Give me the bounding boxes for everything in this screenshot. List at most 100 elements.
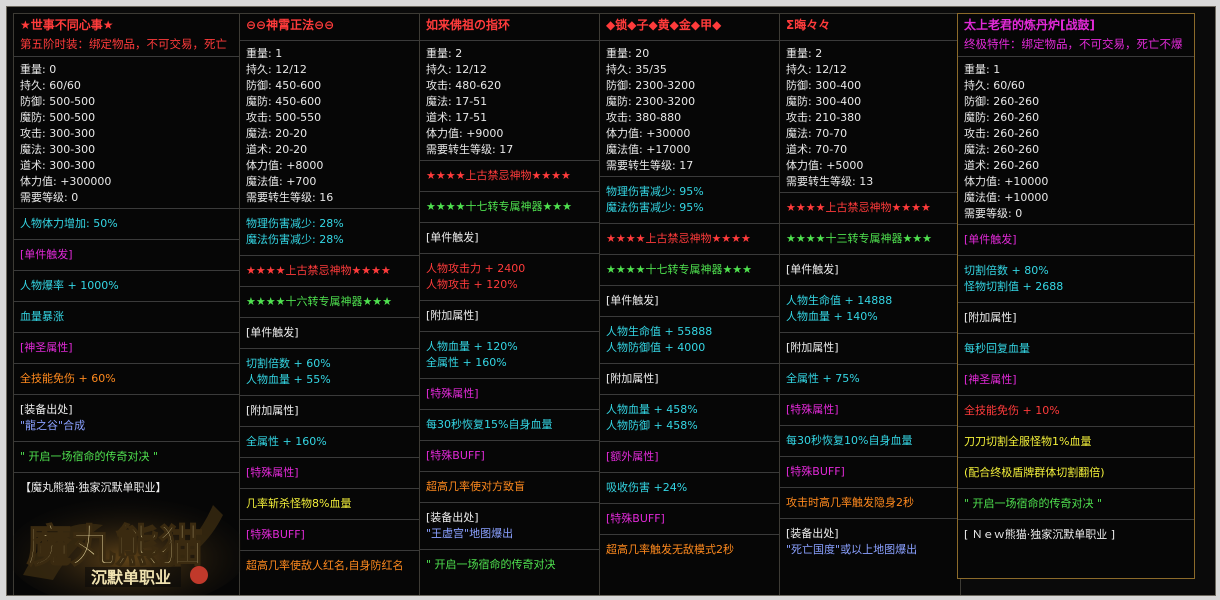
stat-line: 重量: 2 (426, 47, 463, 60)
item-tooltip-2: ⊖⊖神霄正法⊖⊖ 重量: 1 持久: 12/12 防御: 450-600 魔防: 450… (239, 13, 421, 595)
attribute-line: 切割倍数 + 60% (246, 357, 331, 370)
stat-line: 持久: 12/12 (786, 63, 847, 76)
item-name: 太上老君的炼丹炉[战鼓] (964, 18, 1095, 32)
attribute-line: [装备出处] (426, 511, 479, 524)
attribute-line: (配合终极盾牌群体切割翻倍) (964, 466, 1105, 479)
attribute-line: 刀刀切割全服怪物1%血量 (964, 435, 1092, 448)
stat-line: 道术: 17-51 (426, 111, 488, 124)
stat-line: 攻击: 380-880 (606, 111, 682, 124)
stat-line: 防御: 260-260 (964, 95, 1040, 108)
attribute-section: [特殊属性] (240, 457, 420, 488)
attribute-line: [特殊属性] (246, 466, 299, 479)
divider (240, 40, 420, 41)
tooltip-compare-panel: ★世事不同心事★ 第五阶时装：绑定物品，不可交易，死亡 重量: 0 持久: 60/60… (6, 6, 1216, 596)
attribute-line: 人物血量 + 55% (246, 373, 331, 386)
attribute-section: 切割倍数 + 80% 怪物切割值 + 2688 (958, 255, 1194, 302)
attribute-section: [附加属性] (420, 300, 600, 331)
item-tooltip-3: 如来佛祖の指环 重量: 2 持久: 12/12 攻击: 480-620 魔法: 17-5… (419, 13, 601, 595)
attribute-line: ★★★★上古禁忌神物★★★★ (606, 232, 751, 245)
stat-line: 重量: 1 (246, 47, 283, 60)
item-binding-note: 第五阶时装：绑定物品，不可交易，死亡 (20, 37, 227, 51)
attribute-section: 人物攻击力 + 2400 人物攻击 + 120% (420, 253, 600, 300)
attribute-section: [单件触发] (958, 224, 1194, 255)
attribute-line: 人物爆率 + 1000% (20, 279, 119, 292)
attribute-section: [装备出处] "王虚宫"地图爆出 (420, 502, 600, 549)
stat-line: 魔防: 500-500 (20, 111, 96, 124)
attribute-line: 全属性 + 160% (426, 356, 507, 369)
stat-line: 魔法: 17-51 (426, 95, 488, 108)
attribute-line: [额外属性] (606, 450, 659, 463)
attribute-section: 吸收伤害 +24% (600, 472, 780, 503)
attribute-line: 全属性 + 75% (786, 372, 860, 385)
stat-line: 魔法: 20-20 (246, 127, 308, 140)
attribute-line: [单件触发] (786, 263, 839, 276)
attribute-line: ★★★★十六转专属神器★★★ (246, 295, 393, 308)
attribute-section: ★★★★上古禁忌神物★★★★ (780, 192, 960, 223)
attribute-section: 人物爆率 + 1000% (14, 270, 242, 301)
attribute-section: [单件触发] (240, 317, 420, 348)
attribute-line: [神圣属性] (20, 341, 73, 354)
attribute-line: [特殊BUFF] (426, 449, 485, 462)
attribute-line: 血量暴涨 (20, 310, 64, 323)
attribute-section: ★★★★十三转专属神器★★★ (780, 223, 960, 254)
attribute-section: ★★★★十七转专属神器★★★ (420, 191, 600, 222)
attribute-line: 每30秒恢复10%自身血量 (786, 434, 913, 447)
attribute-line: 全技能免伤 + 60% (20, 372, 116, 385)
attribute-line: ★★★★十七转专属神器★★★ (426, 200, 573, 213)
item-name: ◆锁◆子◆黄◆金◆甲◆ (606, 18, 722, 32)
attribute-section: 刀刀切割全服怪物1%血量 (958, 426, 1194, 457)
stat-line: 重量: 20 (606, 47, 650, 60)
attribute-section: [单件触发] (600, 285, 780, 316)
stat-line: 道术: 20-20 (246, 143, 308, 156)
attribute-line: [特殊属性] (426, 387, 479, 400)
attribute-line: 每秒回复血量 (964, 342, 1030, 355)
item-name: Σ晦々々 (786, 18, 831, 32)
stat-line: 持久: 12/12 (426, 63, 487, 76)
stat-line: 需要转生等级: 17 (606, 159, 694, 172)
item-tooltip-4: ◆锁◆子◆黄◆金◆甲◆ 重量: 20 持久: 35/35 防御: 2300-3200 魔… (599, 13, 781, 595)
stat-line: 重量: 1 (964, 63, 1001, 76)
attribute-section: [装备出处] "龍之谷"合成 (14, 394, 242, 441)
stat-line: 重量: 0 (20, 63, 57, 76)
attribute-line: "王虚宫"地图爆出 (426, 527, 514, 540)
attribute-section: ★★★★上古禁忌神物★★★★ (600, 223, 780, 254)
stat-line: 重量: 2 (786, 47, 823, 60)
stat-line: 防御: 500-500 (20, 95, 96, 108)
stat-line: 持久: 35/35 (606, 63, 667, 76)
attribute-section: " 开启一场宿命的传奇对决 (420, 549, 600, 580)
attribute-section: [ Ｎｅｗ熊猫·独家沉默单职业 ] (958, 519, 1194, 550)
attribute-line: 超高几率使对方致盲 (426, 480, 525, 493)
attribute-section: [特殊属性] (780, 394, 960, 425)
attribute-line: [附加属性] (786, 341, 839, 354)
stat-line: 魔法: 300-300 (20, 143, 96, 156)
attribute-section: [神圣属性] (958, 364, 1194, 395)
stat-line: 防御: 2300-3200 (606, 79, 696, 92)
stat-line: 魔防: 260-260 (964, 111, 1040, 124)
divider (14, 56, 242, 57)
attribute-line: ★★★★十三转专属神器★★★ (786, 232, 933, 245)
attribute-line: [单件触发] (606, 294, 659, 307)
stat-line: 需要等级: 0 (964, 207, 1023, 220)
attribute-section: [特殊属性] (420, 378, 600, 409)
attribute-line: [附加属性] (606, 372, 659, 385)
stat-line: 魔法值: +700 (246, 175, 317, 188)
stat-line: 魔防: 300-400 (786, 95, 862, 108)
attribute-section: 人物血量 + 120% 全属性 + 160% (420, 331, 600, 378)
attribute-section: " 开启一场宿命的传奇对决 " (14, 441, 242, 472)
stat-line: 防御: 300-400 (786, 79, 862, 92)
attribute-line: "死亡国度"或以上地图爆出 (786, 543, 918, 556)
stat-line: 持久: 12/12 (246, 63, 307, 76)
attribute-section: 全属性 + 160% (240, 426, 420, 457)
attribute-section: [单件触发] (780, 254, 960, 285)
stat-line: 魔防: 450-600 (246, 95, 322, 108)
attribute-section: 人物体力增加: 50% (14, 208, 242, 239)
stat-line: 魔法: 70-70 (786, 127, 848, 140)
attribute-section: ★★★★十七转专属神器★★★ (600, 254, 780, 285)
attribute-section: " 开启一场宿命的传奇对决 " (958, 488, 1194, 519)
attribute-section: 超高几率触发无敌模式2秒 (600, 534, 780, 565)
item-binding-note: 终极特件：绑定物品，不可交易，死亡不爆 (964, 37, 1183, 51)
attribute-line: 人物防御值 + 4000 (606, 341, 706, 354)
attribute-line: 【魔丸熊猫·独家沉默单职业】 (20, 481, 167, 494)
attribute-section: [神圣属性] (14, 332, 242, 363)
attribute-section: 物理伤害减少: 28% 魔法伤害减少: 28% (240, 208, 420, 255)
